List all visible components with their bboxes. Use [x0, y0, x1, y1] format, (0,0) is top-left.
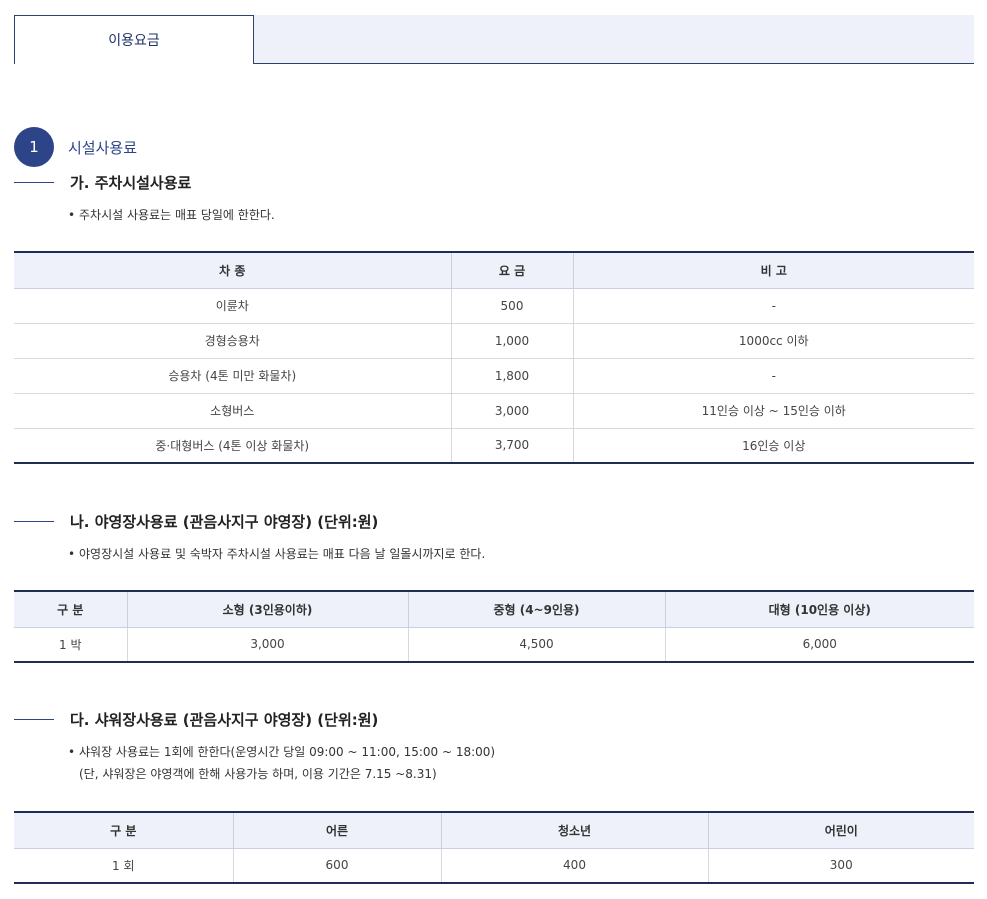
vehicle-type-cell: 승용차 (4톤 미만 화물차) [14, 358, 451, 394]
shower-title: 다. 샤워장사용료 (관음사지구 야영장) (단위:원) [70, 711, 379, 729]
bullet-icon: • [68, 208, 76, 222]
column-header: 중형 (4~9인용) [407, 591, 665, 628]
section-number-badge: 1 [14, 127, 54, 167]
table-row: 중·대형버스 (4톤 이상 화물차) 3,700 16인승 이상 [14, 428, 974, 463]
fee-cell: 3,700 [450, 428, 573, 463]
camping-fee-table: 구 분 소형 (3인용이하) 중형 (4~9인용) 대형 (10인용 이상) 1… [14, 590, 974, 663]
column-header: 구 분 [14, 812, 233, 849]
vehicle-type-cell: 경형승용차 [14, 323, 451, 359]
remark-cell: 16인승 이상 [572, 428, 974, 463]
table-row: 승용차 (4톤 미만 화물차) 1,800 - [14, 358, 974, 394]
divider-line [14, 182, 54, 183]
table-row: 소형버스 3,000 11인승 이상 ~ 15인승 이하 [14, 393, 974, 429]
remark-cell: 1000cc 이하 [572, 323, 974, 359]
divider-line [14, 719, 54, 720]
fee-cell: 4,500 [407, 627, 665, 662]
parking-fee-table: 차 종 요 금 비 고 이륜차 500 - 경형승용차 1,000 1000cc… [14, 251, 974, 464]
remark-cell: - [572, 358, 974, 394]
section-header: 1 시설사용료 [14, 127, 137, 167]
table-row: 이륜차 500 - [14, 288, 974, 324]
table-header-row: 구 분 어른 청소년 어린이 [14, 812, 974, 849]
fee-cell: 6,000 [664, 627, 974, 662]
column-header: 차 종 [14, 252, 451, 289]
column-header: 대형 (10인용 이상) [664, 591, 974, 628]
shower-note: • 샤워장 사용료는 1회에 한한다(운영시간 당일 09:00 ~ 11:00,… [68, 741, 495, 785]
fee-cell: 3,000 [450, 393, 573, 429]
column-header: 어린이 [707, 812, 974, 849]
camping-note: • 야영장시설 사용료 및 숙박자 주차시설 사용료는 매표 다음 날 일몰시까지… [68, 543, 485, 565]
bullet-icon: • [68, 547, 76, 561]
period-cell: 1 회 [112, 858, 135, 873]
camping-title: 나. 야영장사용료 (관음사지구 야영장) (단위:원) [70, 513, 379, 531]
shower-fee-table: 구 분 어른 청소년 어린이 1 회 600 400 300 [14, 811, 974, 884]
tab-usage-fee[interactable]: 이용요금 [14, 15, 254, 64]
shower-note-subtext: (단, 샤워장은 야영객에 한해 사용가능 하며, 이용 기간은 7.15 ~8… [79, 767, 437, 781]
remark-cell: 11인승 이상 ~ 15인승 이하 [572, 393, 974, 429]
parking-header: 가. 주차시설사용료 [14, 172, 191, 193]
column-header: 소형 (3인용이하) [126, 591, 408, 628]
column-header: 어른 [232, 812, 441, 849]
remark-cell: - [572, 288, 974, 324]
vehicle-type-cell: 중·대형버스 (4톤 이상 화물차) [155, 438, 310, 453]
fee-cell: 500 [450, 288, 573, 324]
fee-cell: 300 [707, 848, 974, 883]
column-header: 요 금 [450, 252, 573, 289]
vehicle-type-cell: 이륜차 [14, 288, 451, 324]
shower-note-text: 샤워장 사용료는 1회에 한한다(운영시간 당일 09:00 ~ 11:00, … [79, 745, 496, 759]
fee-cell: 3,000 [126, 627, 408, 662]
divider-line [14, 521, 54, 522]
fee-cell: 400 [440, 848, 708, 883]
vehicle-type-cell: 소형버스 [14, 393, 451, 429]
table-row: 1 박 3,000 4,500 6,000 [14, 627, 974, 662]
camping-header: 나. 야영장사용료 (관음사지구 야영장) (단위:원) [14, 511, 378, 532]
section-title: 시설사용료 [68, 138, 138, 157]
parking-title: 가. 주차시설사용료 [70, 174, 192, 192]
table-row: 경형승용차 1,000 1000cc 이하 [14, 323, 974, 359]
column-header: 청소년 [440, 812, 708, 849]
parking-note: • 주차시설 사용료는 매표 당일에 한한다. [68, 204, 275, 226]
column-header: 구 분 [14, 591, 127, 628]
table-header-row: 구 분 소형 (3인용이하) 중형 (4~9인용) 대형 (10인용 이상) [14, 591, 974, 628]
table-header-row: 차 종 요 금 비 고 [14, 252, 974, 289]
camping-note-text: 야영장시설 사용료 및 숙박자 주차시설 사용료는 매표 다음 날 일몰시까지로… [79, 547, 486, 561]
column-header: 비 고 [572, 252, 974, 289]
table-row: 1 회 600 400 300 [14, 848, 974, 883]
fee-cell: 1,800 [450, 358, 573, 394]
parking-note-text: 주차시설 사용료는 매표 당일에 한한다. [79, 208, 275, 222]
shower-header: 다. 샤워장사용료 (관음사지구 야영장) (단위:원) [14, 709, 378, 730]
fee-cell: 1,000 [450, 323, 573, 359]
fee-cell: 600 [232, 848, 441, 883]
tab-bar: 이용요금 [14, 15, 974, 64]
bullet-icon: • [68, 745, 76, 759]
period-cell: 1 박 [59, 637, 82, 652]
